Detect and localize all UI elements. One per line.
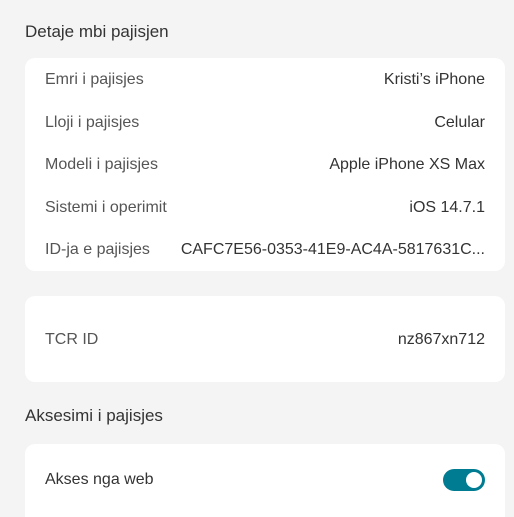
device-type-value: Celular — [434, 114, 485, 131]
web-access-toggle[interactable] — [443, 469, 485, 491]
operating-system-value: iOS 14.7.1 — [409, 199, 485, 216]
tcr-id-row: TCR ID nz867xn712 — [45, 326, 485, 354]
device-model-label: Modeli i pajisjes — [45, 156, 158, 173]
device-name-row: Emri i pajisjes Kristi’s iPhone — [45, 66, 485, 94]
device-name-label: Emri i pajisjes — [45, 71, 144, 88]
device-name-value: Kristi’s iPhone — [383, 71, 485, 88]
tcr-id-value: nz867xn712 — [397, 331, 485, 348]
device-details-screen: Detaje mbi pajisjen Emri i pajisjes Kris… — [0, 0, 514, 517]
tcr-card: TCR ID nz867xn712 — [25, 296, 505, 382]
device-id-value: CAFC7E56-0353-41E9-AC4A-5817631C... — [180, 241, 485, 258]
device-details-card: Emri i pajisjes Kristi’s iPhone Lloji i … — [25, 58, 505, 271]
device-model-row: Modeli i pajisjes Apple iPhone XS Max — [45, 151, 485, 179]
web-access-row: Akses nga web — [45, 466, 485, 494]
device-model-value: Apple iPhone XS Max — [329, 156, 485, 173]
device-id-row: ID-ja e pajisjes CAFC7E56-0353-41E9-AC4A… — [45, 236, 485, 264]
toggle-knob — [466, 472, 482, 488]
operating-system-row: Sistemi i operimit iOS 14.7.1 — [45, 194, 485, 222]
device-access-card: Akses nga web — [25, 444, 505, 517]
web-access-label: Akses nga web — [45, 471, 154, 488]
device-type-label: Lloji i pajisjes — [45, 114, 140, 131]
section-title-device-access: Aksesimi i pajisjes — [25, 406, 163, 425]
section-title-device-details: Detaje mbi pajisjen — [25, 22, 169, 41]
tcr-id-label: TCR ID — [45, 331, 99, 348]
device-id-label: ID-ja e pajisjes — [45, 241, 150, 258]
device-type-row: Lloji i pajisjes Celular — [45, 109, 485, 137]
operating-system-label: Sistemi i operimit — [45, 199, 167, 216]
